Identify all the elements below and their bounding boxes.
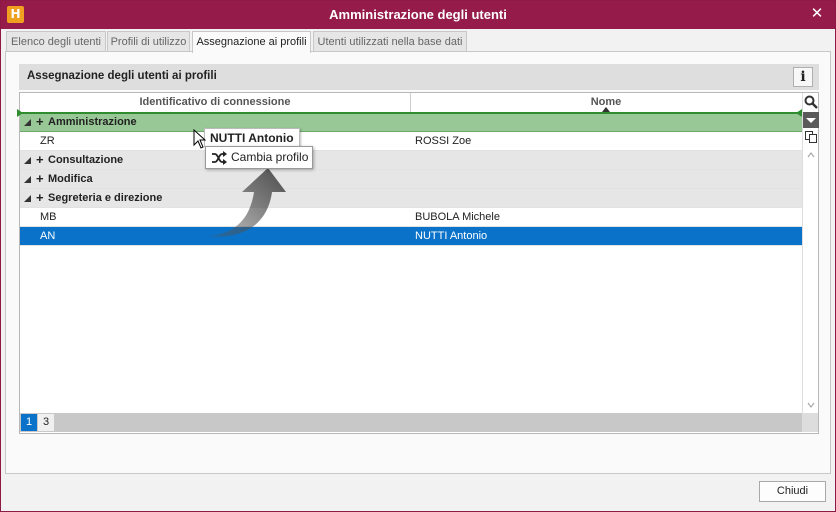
chevron-down-icon[interactable] <box>803 112 819 128</box>
window-title: Amministrazione degli utenti <box>329 7 507 22</box>
group-label: Modifica <box>48 173 93 185</box>
copy-icon[interactable] <box>803 130 819 146</box>
collapse-triangle-icon[interactable] <box>24 119 31 126</box>
drop-marker-left <box>17 109 23 117</box>
close-button[interactable]: Chiudi <box>759 481 826 502</box>
info-icon[interactable]: i <box>793 67 813 87</box>
collapse-triangle-icon[interactable] <box>24 157 31 164</box>
group-label: Amministrazione <box>48 116 137 128</box>
change-profile-label: Cambia profilo <box>231 150 309 164</box>
tab-usage-profiles[interactable]: Profili di utilizzo <box>107 31 190 52</box>
tab-database-users[interactable]: Utenti utilizzati nella base dati <box>313 31 467 52</box>
group-row-amministrazione[interactable]: + Amministrazione <box>20 113 802 132</box>
group-row-segreteria[interactable]: + Segreteria e direzione <box>20 189 802 208</box>
group-label: Segreteria e direzione <box>48 192 163 204</box>
collapse-triangle-icon[interactable] <box>24 195 31 202</box>
group-row-modifica[interactable]: + Modifica <box>20 170 802 189</box>
plus-icon: + <box>36 152 44 167</box>
tab-panel: Assegnazione degli utenti ai profili i I… <box>5 51 831 474</box>
cell-login-id: MB <box>40 211 57 223</box>
drag-arrow-icon <box>208 168 286 237</box>
grid-side-toolbar <box>802 93 819 413</box>
search-icon[interactable] <box>803 95 819 111</box>
group-row-consultazione[interactable]: + Consultazione <box>20 151 802 170</box>
group-label: Consultazione <box>48 154 124 166</box>
tab-profile-assignment[interactable]: Assegnazione ai profili <box>192 31 311 53</box>
assignment-grid: Identificativo di connessione Nome + Amm… <box>17 92 819 434</box>
plus-icon: + <box>36 190 44 205</box>
drag-user-tooltip: NUTTI Antonio <box>204 128 300 147</box>
close-icon[interactable]: ✕ <box>809 5 825 23</box>
pager-bar: 1 3 <box>20 413 802 432</box>
page-button-current[interactable]: 1 <box>21 414 37 431</box>
pager-corner <box>802 413 818 432</box>
section-title: Assegnazione degli utenti ai profili <box>27 70 217 82</box>
cell-name: BUBOLA Michele <box>415 211 500 223</box>
drop-target-line <box>20 112 802 114</box>
change-profile-menu-item[interactable]: Cambia profilo <box>205 146 313 169</box>
user-admin-window: H Amministrazione degli utenti ✕ Elenco … <box>0 0 836 512</box>
section-header: Assegnazione degli utenti ai profili i <box>19 64 819 90</box>
tab-user-list[interactable]: Elenco degli utenti <box>6 31 106 52</box>
column-header-login-id[interactable]: Identificativo di connessione <box>20 93 411 113</box>
cell-login-id: ZR <box>40 135 55 147</box>
table-row[interactable]: ZR ROSSI Zoe <box>20 132 802 151</box>
plus-icon: + <box>36 171 44 186</box>
plus-icon: + <box>36 114 44 129</box>
cell-name: NUTTI Antonio <box>415 230 488 242</box>
scroll-up-icon[interactable] <box>807 151 815 159</box>
page-button[interactable]: 3 <box>38 414 54 431</box>
shuffle-icon <box>212 151 227 165</box>
title-bar: H Amministrazione degli utenti ✕ <box>1 1 835 29</box>
cell-name: ROSSI Zoe <box>415 135 472 147</box>
table-row[interactable]: MB BUBOLA Michele <box>20 208 802 227</box>
cell-login-id: AN <box>40 230 56 242</box>
scroll-down-icon[interactable] <box>807 401 815 409</box>
collapse-triangle-icon[interactable] <box>24 176 31 183</box>
table-row-selected[interactable]: AN NUTTI Antonio <box>20 227 802 246</box>
